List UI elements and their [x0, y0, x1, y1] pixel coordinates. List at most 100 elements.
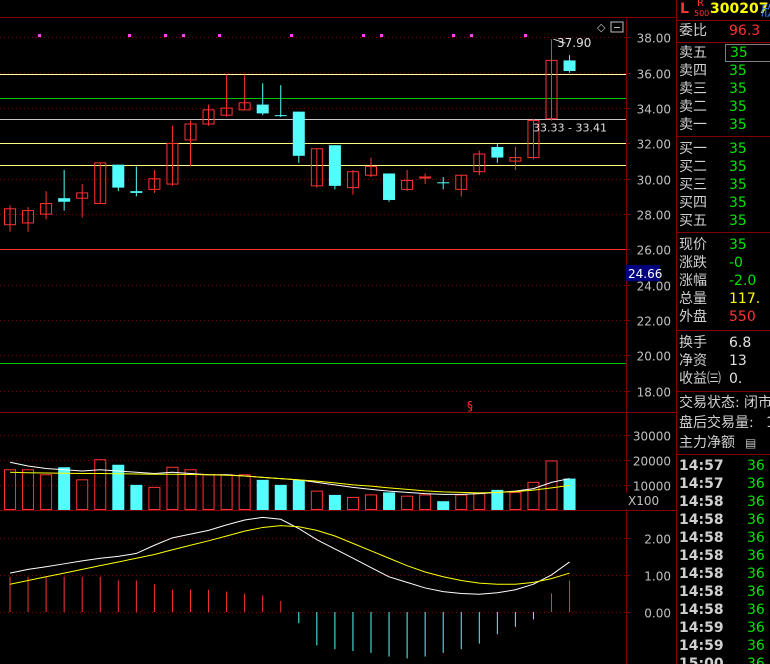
- separator: [677, 136, 770, 137]
- tick-time: 14:58: [679, 512, 724, 528]
- stock-code: 300207: [710, 1, 769, 17]
- r-sub: 500: [694, 9, 710, 18]
- row-value: 35: [725, 44, 770, 62]
- row-value: 550: [729, 309, 756, 325]
- tick-row: 14:57 36: [677, 457, 770, 475]
- row-label: 总量: [679, 291, 707, 307]
- vol-unit-label: X100: [628, 494, 659, 508]
- row-value: 35: [729, 237, 747, 253]
- stock-name: 欣: [761, 4, 770, 20]
- row-value: 117.: [729, 291, 761, 307]
- tick-time: 14:58: [679, 494, 724, 510]
- row-value: -2.0: [729, 273, 757, 289]
- row-value: 35: [729, 81, 747, 97]
- quote-row-0: 委比 96.3: [677, 22, 770, 40]
- row-value: 35: [729, 195, 747, 211]
- row-label: 买二: [679, 159, 707, 175]
- candle-body: [437, 182, 450, 184]
- row-value: 35: [729, 99, 747, 115]
- quote-row-7: 买二 35: [677, 158, 770, 176]
- settings-diamond-icon: ◇: [597, 21, 606, 34]
- candle-body: [256, 104, 269, 114]
- quote-row-6: 买一 35: [677, 140, 770, 158]
- row-label: 涨幅: [679, 273, 707, 289]
- separator: [677, 330, 770, 331]
- tick-row: 14:59 36: [677, 637, 770, 655]
- separator: [677, 454, 770, 455]
- y-tick-label: 36.00: [637, 68, 671, 82]
- volume-bar: [563, 478, 576, 510]
- signal-marker: [362, 34, 365, 37]
- vol-y-tick-label: 10000: [633, 480, 671, 494]
- l-badge[interactable]: L: [680, 1, 689, 17]
- tick-time: 14:57: [679, 476, 724, 492]
- quote-row-4: 卖二 35: [677, 98, 770, 116]
- after-hours-value: 1: [766, 414, 770, 432]
- event-marker: §: [467, 399, 473, 413]
- row-label: 卖四: [679, 63, 707, 79]
- volume-bar: [274, 484, 287, 510]
- row-value: 36: [747, 566, 765, 582]
- tick-time: 14:58: [679, 566, 724, 582]
- main-flow-row[interactable]: 主力净额 ▤: [677, 434, 770, 452]
- row-label: 净资: [679, 353, 707, 369]
- candle-body: [419, 176, 432, 179]
- signal-marker: [470, 34, 473, 37]
- trade-status-value: 闭市: [744, 395, 770, 411]
- row-value: 96.3: [729, 23, 761, 39]
- macd-y-tick-label: 2.00: [644, 533, 671, 547]
- row-label: 卖五: [679, 45, 707, 61]
- quote-row-1: 卖五 35: [677, 44, 770, 62]
- stock-header: L R 500 300207 欣: [677, 0, 770, 21]
- chart-area: 38.00 36.00 34.00 32.00 30.00 28.00 26.00 24.00…: [0, 0, 677, 664]
- tick-row: 14:58 36: [677, 493, 770, 511]
- quote-row-15: 外盘 550: [677, 308, 770, 326]
- row-label: 买三: [679, 177, 707, 193]
- volume-bar: [256, 479, 269, 510]
- signal-marker: [524, 34, 527, 37]
- y-tick-label: 32.00: [637, 138, 671, 152]
- row-value: 36: [747, 512, 765, 528]
- after-hours-label: 盘后交易量:: [679, 415, 754, 431]
- candle-body: [563, 60, 576, 72]
- vol-y-tick-label: 20000: [633, 455, 671, 469]
- signal-marker: [380, 34, 383, 37]
- quote-row-2: 卖四 35: [677, 62, 770, 80]
- row-value: 36: [747, 548, 765, 564]
- tick-row: 15:00 36: [677, 655, 770, 664]
- tick-time: 14:57: [679, 458, 724, 474]
- r-badge[interactable]: R: [697, 0, 704, 9]
- trade-status-label: 交易状态:: [679, 395, 740, 411]
- macd-y-tick-label: 0.00: [644, 607, 671, 621]
- signal-marker: [452, 34, 455, 37]
- tick-row: 14:58 36: [677, 511, 770, 529]
- signal-marker: [290, 34, 293, 37]
- separator: [677, 391, 770, 392]
- tick-row: 14:58 36: [677, 547, 770, 565]
- row-value: 36: [747, 584, 765, 600]
- candle-body: [112, 164, 125, 188]
- candle-body: [328, 145, 341, 186]
- row-value: 36: [747, 638, 765, 654]
- quote-row-18: 收益㈢ 0.: [677, 370, 770, 388]
- list-icon[interactable]: ▤: [745, 434, 756, 452]
- row-value: 6.8: [729, 335, 752, 351]
- tick-row: 14:58 36: [677, 529, 770, 547]
- y-tick-label: 30.00: [637, 174, 671, 188]
- volume-bar: [292, 479, 305, 510]
- row-label: 收益㈢: [679, 371, 721, 387]
- candle-body: [130, 191, 143, 193]
- row-label: 卖一: [679, 117, 707, 133]
- signal-marker: [38, 34, 41, 37]
- tick-row: 14:58 36: [677, 565, 770, 583]
- y-tick-label: 34.00: [637, 103, 671, 117]
- row-label: 涨跌: [679, 255, 707, 271]
- quote-row-16: 换手 6.8: [677, 334, 770, 352]
- row-value: 36: [747, 458, 765, 474]
- tick-time: 15:00: [679, 656, 724, 664]
- row-value: 36: [747, 656, 765, 664]
- y-tick-label: 26.00: [637, 244, 671, 258]
- row-value: 35: [729, 117, 747, 133]
- candle-body: [491, 146, 504, 158]
- row-label: 卖三: [679, 81, 707, 97]
